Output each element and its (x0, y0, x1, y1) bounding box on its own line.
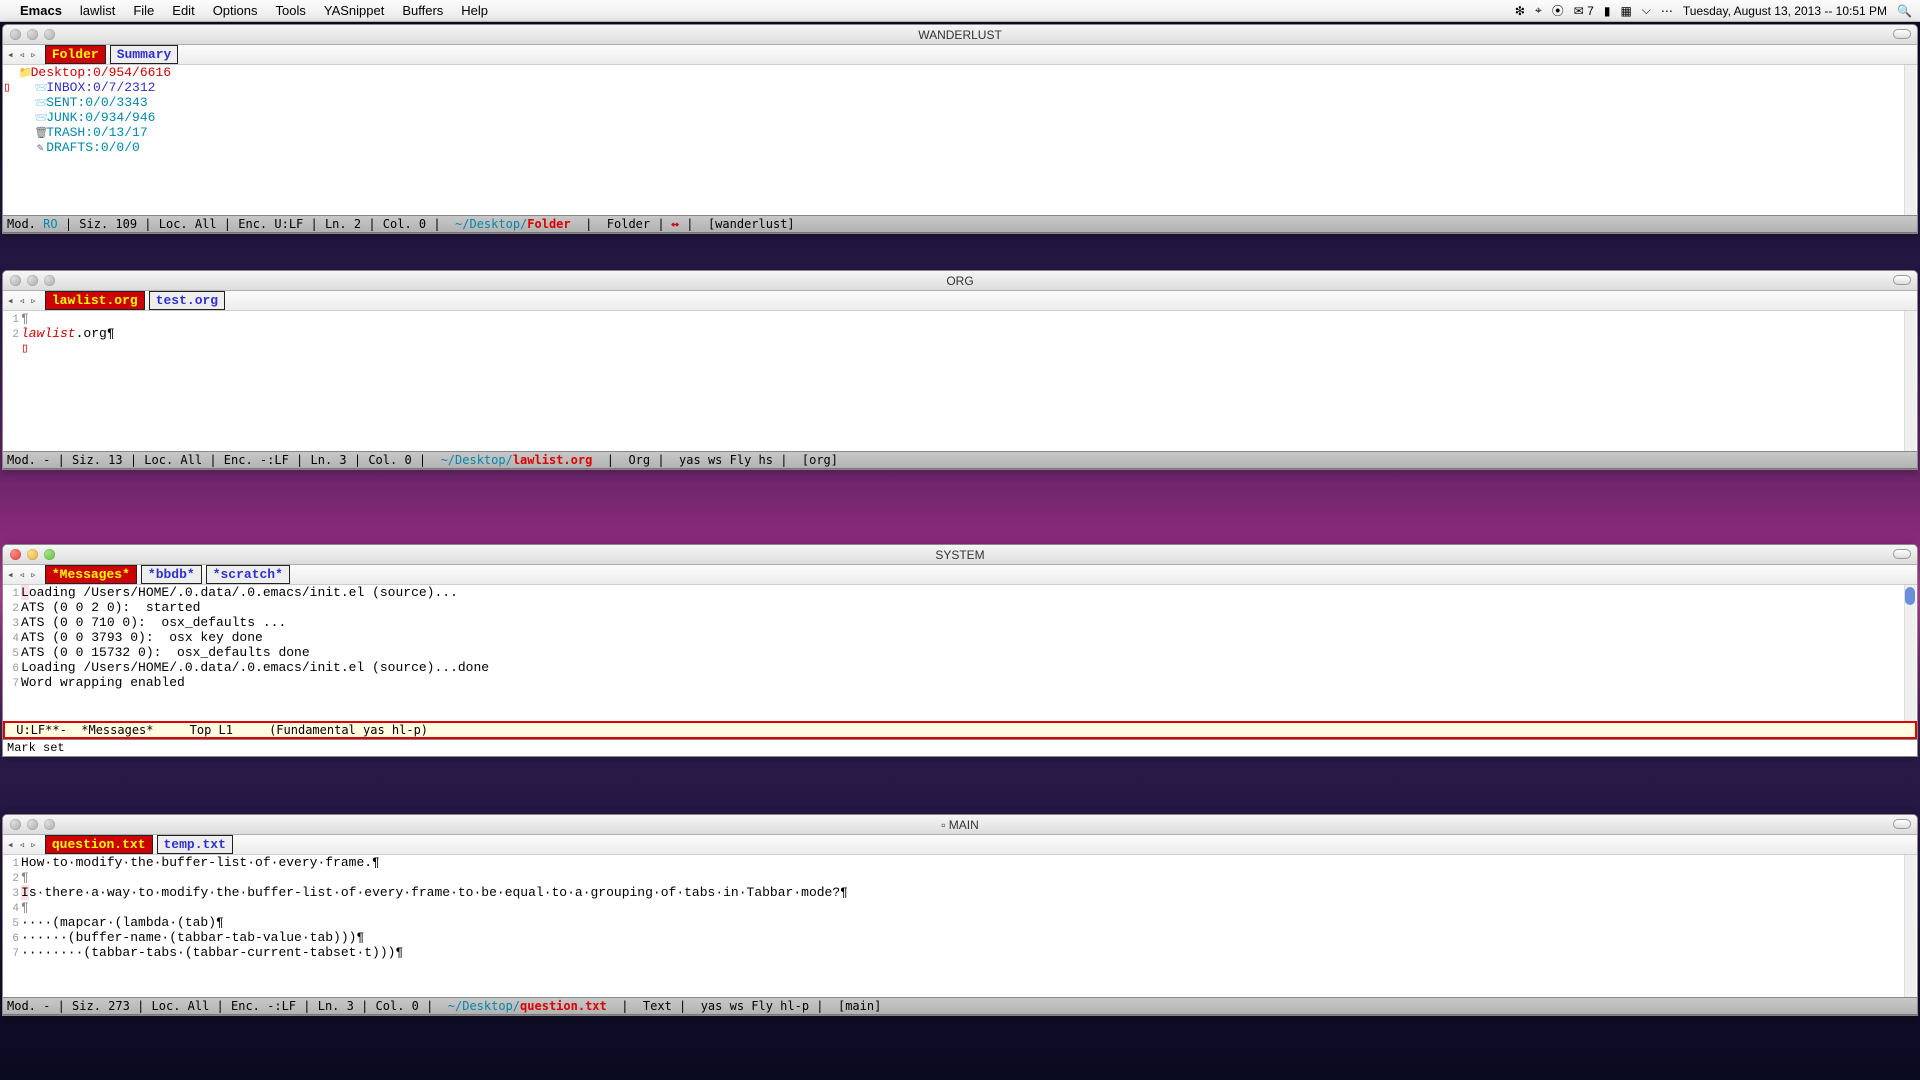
echo-area: Mark set (3, 739, 1917, 756)
minimize-icon[interactable] (27, 549, 38, 560)
cursor: ▯ (3, 80, 11, 95)
modeline: Mod. - | Siz. 273 | Loc. All | Enc. -:LF… (3, 997, 1917, 1015)
tabbar: ◂◃▹ *Messages* *bbdb* *scratch* (3, 565, 1917, 585)
zoom-icon[interactable] (44, 819, 55, 830)
menu-yasnippet[interactable]: YASnippet (324, 3, 384, 18)
drafts-icon: ✎ (34, 142, 46, 157)
buffer-content[interactable]: 1¶ 2lawlist.org¶ ▯ (3, 311, 1917, 451)
scroll-left-icon[interactable]: ◃ (17, 48, 28, 62)
scroll-left-icon[interactable]: ◃ (17, 568, 28, 582)
scroll-left-icon[interactable]: ◂ (5, 294, 16, 308)
buffer-content[interactable]: 1How·to·modify·the·buffer-list·of·every·… (3, 855, 1917, 997)
close-icon[interactable] (10, 819, 21, 830)
tab-messages[interactable]: *Messages* (45, 565, 137, 584)
more-icon[interactable]: ⋯ (1661, 4, 1673, 18)
titlebar[interactable]: WANDERLUST (3, 25, 1917, 45)
tab-temp-txt[interactable]: temp.txt (157, 835, 233, 854)
cursor: ▯ (21, 341, 29, 356)
scroll-right-icon[interactable]: ▹ (28, 568, 39, 582)
scroll-left-icon[interactable]: ◂ (5, 568, 16, 582)
scroll-left-icon[interactable]: ◂ (5, 838, 16, 852)
scroll-left-icon[interactable]: ◂ (5, 48, 16, 62)
close-icon[interactable] (10, 29, 21, 40)
status-icon[interactable]: ⦿ (1552, 2, 1564, 19)
menu-lawlist[interactable]: lawlist (80, 3, 115, 18)
tab-bbdb[interactable]: *bbdb* (141, 565, 202, 584)
modeline: Mod. - | Siz. 13 | Loc. All | Enc. -:LF … (3, 451, 1917, 469)
scrollbar[interactable] (1904, 585, 1916, 721)
zoom-icon[interactable] (44, 29, 55, 40)
toolbar-toggle-icon[interactable] (1893, 549, 1911, 559)
zoom-icon[interactable] (44, 549, 55, 560)
menu-help[interactable]: Help (461, 3, 488, 18)
minimize-icon[interactable] (27, 29, 38, 40)
menu-icon[interactable]: ▦ (1620, 4, 1631, 18)
window-wanderlust: WANDERLUST ◂◃▹ Folder Summary 📁Desktop:0… (2, 24, 1918, 234)
scroll-right-icon[interactable]: ▹ (28, 838, 39, 852)
macos-menubar: Emacs lawlist File Edit Options Tools YA… (0, 0, 1920, 22)
window-title: ▫︎ MAIN (941, 818, 979, 832)
scroll-right-icon[interactable]: ▹ (28, 48, 39, 62)
window-title: WANDERLUST (918, 28, 1002, 42)
tabbar: ◂◃▹ Folder Summary (3, 45, 1917, 65)
menu-file[interactable]: File (133, 3, 154, 18)
menu-options[interactable]: Options (213, 3, 258, 18)
window-org: ORG ◂◃▹ lawlist.org test.org 1¶ 2lawlist… (2, 270, 1918, 470)
minimize-icon[interactable] (27, 275, 38, 286)
titlebar[interactable]: ORG (3, 271, 1917, 291)
tabbar: ◂◃▹ lawlist.org test.org (3, 291, 1917, 311)
tab-scratch[interactable]: *scratch* (206, 565, 290, 584)
buffer-content[interactable]: 1Loading /Users/HOME/.0.data/.0.emacs/in… (3, 585, 1917, 721)
titlebar[interactable]: SYSTEM (3, 545, 1917, 565)
mail-icon[interactable]: ✉︎ 7 (1574, 4, 1594, 18)
scrollbar[interactable] (1904, 65, 1916, 215)
arrows-icon: ↔ (672, 217, 679, 231)
tab-question-txt[interactable]: question.txt (45, 835, 153, 854)
scroll-left-icon[interactable]: ◃ (17, 838, 28, 852)
window-title: SYSTEM (935, 548, 984, 562)
close-icon[interactable] (10, 549, 21, 560)
scrollbar[interactable] (1904, 855, 1916, 997)
menu-emacs[interactable]: Emacs (20, 3, 62, 18)
status-icon[interactable]: ⌖ (1535, 3, 1542, 18)
window-system: SYSTEM ◂◃▹ *Messages* *bbdb* *scratch* 1… (2, 544, 1918, 757)
tab-test-org[interactable]: test.org (149, 291, 225, 310)
toolbar-toggle-icon[interactable] (1893, 819, 1911, 829)
scroll-left-icon[interactable]: ◃ (17, 294, 28, 308)
toolbar-toggle-icon[interactable] (1893, 275, 1911, 285)
status-icon[interactable]: ❇︎ (1515, 4, 1525, 18)
window-main: ▫︎ MAIN ◂◃▹ question.txt temp.txt 1How·t… (2, 814, 1918, 1016)
window-title: ORG (946, 274, 973, 288)
tab-lawlist-org[interactable]: lawlist.org (45, 291, 145, 310)
scrollbar[interactable] (1904, 311, 1916, 451)
tabbar: ◂◃▹ question.txt temp.txt (3, 835, 1917, 855)
buffer-content[interactable]: 📁Desktop:0/954/6616 ▯ 📨INBOX:0/7/2312 📨S… (3, 65, 1917, 215)
modeline: Mod. RO | Siz. 109 | Loc. All | Enc. U:L… (3, 215, 1917, 233)
titlebar[interactable]: ▫︎ MAIN (3, 815, 1917, 835)
scroll-right-icon[interactable]: ▹ (28, 294, 39, 308)
zoom-icon[interactable] (44, 275, 55, 286)
modeline-active: U:LF**- *Messages* Top L1 (Fundamental y… (3, 721, 1917, 739)
tab-folder[interactable]: Folder (45, 45, 106, 64)
close-icon[interactable] (10, 275, 21, 286)
minimize-icon[interactable] (27, 819, 38, 830)
tab-summary[interactable]: Summary (110, 45, 179, 64)
toolbar-toggle-icon[interactable] (1893, 29, 1911, 39)
battery-icon[interactable]: ▮ (1604, 4, 1611, 18)
menu-tools[interactable]: Tools (276, 3, 306, 18)
clock-date[interactable]: Tuesday, August 13, 2013 -- 10:51 PM (1683, 4, 1887, 18)
wifi-icon[interactable]: ⌵ (1642, 3, 1651, 18)
spotlight-icon[interactable]: 🔍 (1897, 4, 1912, 18)
menu-edit[interactable]: Edit (172, 3, 194, 18)
file-icon: ▫︎ (941, 818, 945, 832)
menu-buffers[interactable]: Buffers (402, 3, 443, 18)
